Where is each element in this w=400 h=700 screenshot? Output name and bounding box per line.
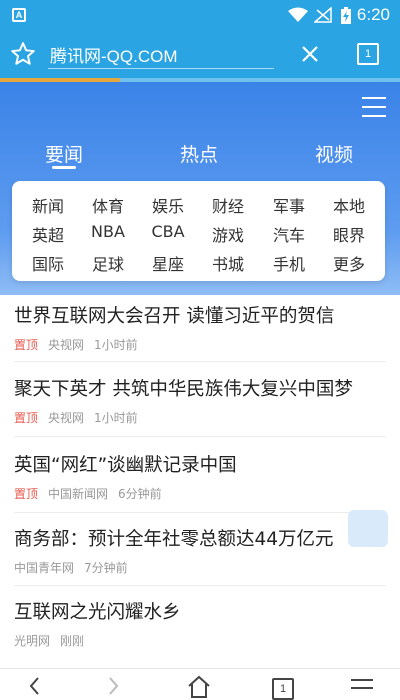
pinned-badge: 置顶: [14, 411, 39, 425]
news-item[interactable]: 互联网之光闪耀水乡 光明网 刚刚: [14, 598, 386, 660]
news-source: 中国青年网: [14, 561, 75, 575]
news-item[interactable]: 商务部：预计全年社零总额达44万亿元 中国青年网 7分钟前: [14, 525, 386, 586]
news-time: 1小时前: [94, 411, 138, 425]
category-item[interactable]: 手机: [259, 251, 319, 275]
news-time: 刚刚: [60, 634, 85, 648]
category-item[interactable]: 眼界: [319, 222, 379, 246]
category-grid: 新闻 体育 娱乐 财经 军事 本地 英超 NBA CBA 游戏 汽车 眼界 国际…: [12, 181, 385, 281]
pinned-badge: 置顶: [14, 338, 39, 352]
news-source: 央视网: [48, 338, 85, 352]
category-item[interactable]: 汽车: [259, 222, 319, 246]
news-item[interactable]: 英国“网红”谈幽默记录中国 置顶 中国新闻网 6分钟前: [14, 451, 386, 513]
category-item[interactable]: 星座: [138, 251, 198, 275]
close-icon[interactable]: [298, 42, 322, 66]
news-title: 互联网之光闪耀水乡: [14, 602, 181, 623]
wifi-icon: [288, 7, 308, 22]
category-item[interactable]: 游戏: [198, 222, 258, 246]
tab-video[interactable]: 视频: [315, 140, 353, 167]
forward-icon[interactable]: [106, 675, 120, 697]
url-underline: [48, 68, 274, 69]
category-item[interactable]: 本地: [319, 193, 379, 217]
news-title: 世界互联网大会召开 读懂习近平的贺信: [14, 306, 335, 327]
tabs-count-button[interactable]: 1: [357, 43, 379, 65]
news-source: 光明网: [14, 634, 51, 648]
category-item[interactable]: CBA: [138, 222, 198, 241]
bottom-toolbar: 1: [0, 668, 400, 700]
back-icon[interactable]: [28, 675, 42, 697]
star-icon[interactable]: [10, 41, 36, 67]
category-item[interactable]: 英超: [18, 222, 78, 246]
category-item[interactable]: 国际: [18, 251, 78, 275]
hamburger-menu-icon[interactable]: [362, 97, 386, 119]
floating-action-button[interactable]: [348, 510, 388, 547]
news-title: 英国“网红”谈幽默记录中国: [14, 455, 237, 476]
news-time: 1小时前: [94, 338, 138, 352]
news-time: 7分钟前: [84, 561, 128, 575]
news-item[interactable]: 世界互联网大会召开 读懂习近平的贺信 置顶 央视网 1小时前: [14, 302, 386, 362]
tabs-icon[interactable]: 1: [272, 678, 294, 700]
news-source: 央视网: [48, 411, 85, 425]
tab-headlines[interactable]: 要闻: [45, 140, 83, 167]
category-item[interactable]: 书城: [198, 251, 258, 275]
clock: 6:20: [356, 5, 390, 24]
news-item[interactable]: 聚天下英才 共筑中华民族伟大复兴中国梦 置顶 央视网 1小时前: [14, 375, 386, 437]
home-icon[interactable]: [186, 673, 212, 699]
url-bar: 腾讯网-QQ.COM 1: [0, 30, 400, 82]
category-item[interactable]: 足球: [78, 251, 138, 275]
no-signal-icon: [314, 7, 332, 23]
category-item[interactable]: 新闻: [18, 193, 78, 217]
app-notification-icon: A: [12, 8, 26, 22]
news-time: 6分钟前: [118, 487, 162, 501]
news-title: 商务部：预计全年社零总额达44万亿元: [14, 529, 334, 550]
url-field[interactable]: 腾讯网-QQ.COM: [50, 42, 178, 67]
category-item[interactable]: NBA: [78, 222, 138, 241]
tab-trending[interactable]: 热点: [180, 140, 218, 167]
news-title: 聚天下英才 共筑中华民族伟大复兴中国梦: [14, 379, 353, 400]
selected-tab-indicator: [52, 166, 76, 169]
category-item[interactable]: 体育: [78, 193, 138, 217]
pinned-badge: 置顶: [14, 487, 39, 501]
news-source: 中国新闻网: [48, 487, 109, 501]
battery-charging-icon: [341, 7, 351, 24]
category-item[interactable]: 更多: [319, 251, 379, 275]
status-bar: A 6:20: [0, 0, 400, 30]
menu-icon[interactable]: [350, 677, 374, 697]
category-item[interactable]: 财经: [198, 193, 258, 217]
category-item[interactable]: 军事: [259, 193, 319, 217]
category-item[interactable]: 娱乐: [138, 193, 198, 217]
